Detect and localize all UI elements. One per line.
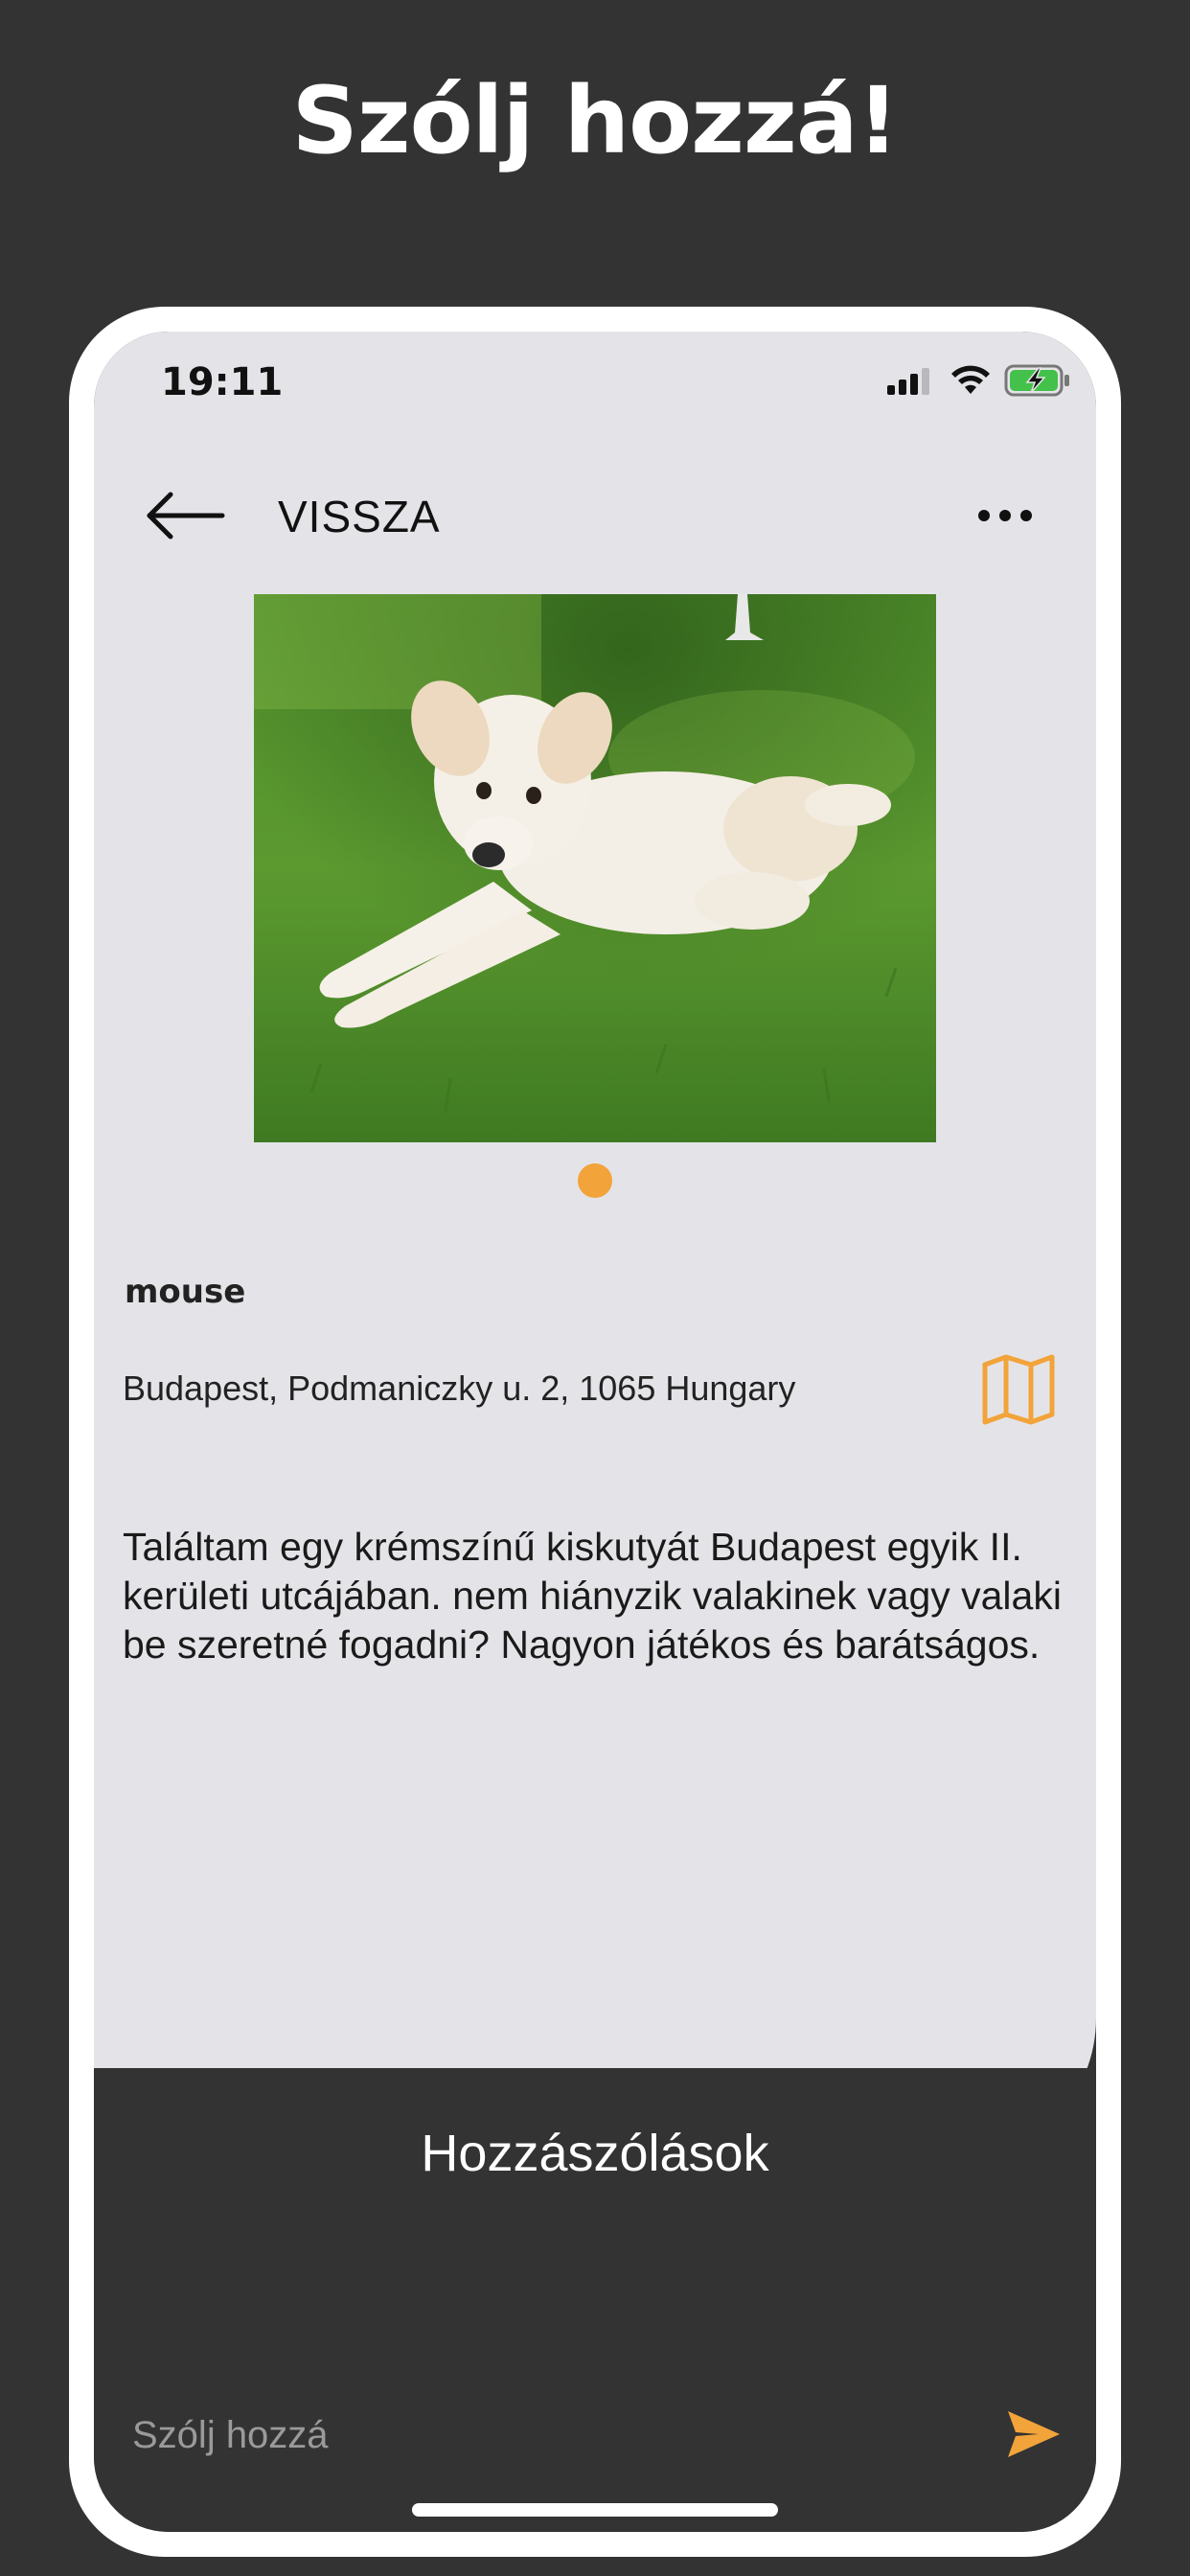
signal-icon: [887, 366, 937, 400]
phone-frame: 19:11 VISSZA mouse Budapest, Podmaniczky…: [69, 307, 1121, 2557]
back-button[interactable]: [142, 487, 228, 544]
more-button[interactable]: [972, 496, 1039, 535]
phone-screen: 19:11 VISSZA mouse Budapest, Podmaniczky…: [94, 332, 1096, 2532]
open-map-button[interactable]: [981, 1353, 1056, 1426]
battery-charging-icon: [1004, 364, 1071, 402]
post-username: mouse: [125, 1273, 246, 1311]
comment-input[interactable]: [132, 2402, 947, 2469]
send-icon: [1004, 2411, 1064, 2465]
home-indicator: [412, 2503, 778, 2517]
map-icon: [981, 1354, 1056, 1430]
app-store-page: Szólj hozzá! 19:11 VISSZA mouse Budapest…: [0, 0, 1190, 2576]
post-photo[interactable]: [254, 594, 936, 1142]
post-address: Budapest, Podmaniczky u. 2, 1065 Hungary: [123, 1368, 796, 1408]
status-icons: [887, 364, 1071, 402]
back-label[interactable]: VISSZA: [278, 491, 441, 542]
arrow-left-icon: [142, 492, 228, 548]
post-description: Találtam egy krémszínű kiskutyát Budapes…: [123, 1525, 1062, 1667]
more-horizontal-icon: [972, 510, 1039, 539]
dog-photo-illustration: [254, 594, 936, 1142]
wifi-icon: [950, 365, 991, 401]
send-button[interactable]: [1004, 2407, 1064, 2461]
status-time: 19:11: [161, 360, 284, 404]
page-headline: Szólj hozzá!: [291, 67, 900, 174]
carousel-indicator-dot: [578, 1163, 612, 1198]
comments-title: Hozzászólások: [421, 2125, 769, 2182]
